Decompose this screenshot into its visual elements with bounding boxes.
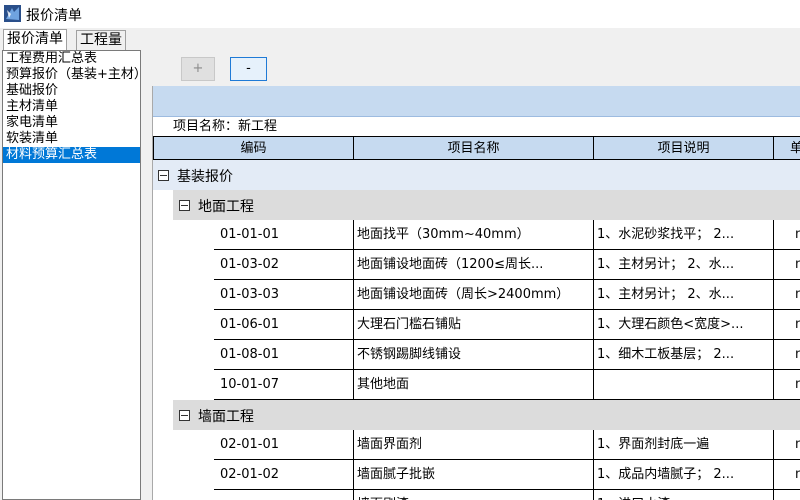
app-icon (4, 5, 21, 22)
cell-name: 其他地面 (353, 370, 594, 400)
tab-quote-list[interactable]: 报价清单 (3, 29, 67, 51)
cell-desc: 1、细木工板基层； 2... (593, 340, 774, 370)
column-header-unit[interactable]: 单 (773, 136, 800, 160)
cell-unit: m (773, 280, 800, 310)
table-row[interactable]: 01-06-01 大理石门槛石铺贴 1、大理石颜色<宽度>... n (153, 310, 800, 340)
cell-unit: m (773, 250, 800, 280)
tab-quantities[interactable]: 工程量 (76, 30, 126, 50)
title-bar: 报价清单 (0, 0, 800, 28)
sidebar-item-material-budget[interactable]: 材料预算汇总表 (3, 147, 140, 163)
cell-name: 墙面刷漆 (353, 490, 594, 500)
column-header-code[interactable]: 编码 (153, 136, 354, 160)
cell-name: 地面找平（30mm~40mm） (353, 220, 594, 250)
cell-desc: 1、成品内墙腻子； 2... (593, 460, 774, 490)
cell-unit (773, 490, 800, 500)
cell-desc: 1、水泥砂浆找平； 2... (593, 220, 774, 250)
table-row[interactable]: 墙面刷漆 1、进口水漆... (153, 490, 800, 500)
subgroup-row[interactable]: 地面工程 (173, 190, 800, 220)
sidebar-item-appliances[interactable]: 家电清单 (3, 115, 140, 131)
cell-desc: 1、主材另计； 2、水... (593, 280, 774, 310)
sidebar-item-basic-quote[interactable]: 基础报价 (3, 83, 140, 99)
cell-desc (593, 370, 774, 400)
sidebar-item-main-materials[interactable]: 主材清单 (3, 99, 140, 115)
sidebar-list: 工程费用汇总表 预算报价（基装+主材） 基础报价 主材清单 家电清单 软装清单 … (2, 50, 141, 500)
collapse-toggle-icon[interactable] (179, 410, 190, 421)
cell-unit: m (773, 220, 800, 250)
column-header-desc[interactable]: 项目说明 (593, 136, 774, 160)
subgroup-row[interactable]: 墙面工程 (173, 400, 800, 430)
cell-name: 地面铺设地面砖（周长>2400mm） (353, 280, 594, 310)
cell-unit: m (773, 370, 800, 400)
remove-row-button[interactable]: - (230, 57, 267, 81)
table-row[interactable]: 01-03-03 地面铺设地面砖（周长>2400mm） 1、主材另计； 2、水.… (153, 280, 800, 310)
cell-name: 大理石门槛石铺贴 (353, 310, 594, 340)
cell-unit: m (773, 460, 800, 490)
cell-code: 02-01-02 (214, 460, 354, 490)
project-name-label: 项目名称：新工程 (173, 119, 278, 134)
grid-top-band (153, 86, 800, 117)
cell-code: 01-06-01 (214, 310, 354, 340)
cell-desc: 1、进口水漆... (593, 490, 774, 500)
cell-desc: 1、大理石颜色<宽度>... (593, 310, 774, 340)
subgroup-label: 地面工程 (198, 199, 254, 215)
table-row[interactable]: 01-01-01 地面找平（30mm~40mm） 1、水泥砂浆找平； 2... … (153, 220, 800, 250)
sidebar-item-cost-summary[interactable]: 工程费用汇总表 (3, 51, 140, 67)
cell-unit: n (773, 340, 800, 370)
table-row[interactable]: 02-01-02 墙面腻子批嵌 1、成品内墙腻子； 2... m (153, 460, 800, 490)
cell-code: 01-08-01 (214, 340, 354, 370)
quote-grid: 项目名称：新工程 编码 项目名称 项目说明 单 基装报价 地面工程 01-01-… (152, 86, 800, 500)
collapse-toggle-icon[interactable] (179, 200, 190, 211)
cell-code: 01-01-01 (214, 220, 354, 250)
sidebar-item-soft-furnishing[interactable]: 软装清单 (3, 131, 140, 147)
group-label: 基装报价 (177, 169, 233, 185)
cell-name: 墙面腻子批嵌 (353, 460, 594, 490)
cell-code: 10-01-07 (214, 370, 354, 400)
table-row[interactable]: 01-08-01 不锈钢踢脚线铺设 1、细木工板基层； 2... n (153, 340, 800, 370)
window-title: 报价清单 (26, 8, 82, 24)
main-content: + - 项目名称：新工程 编码 项目名称 项目说明 单 基装报价 地面工程 01… (150, 50, 800, 500)
cell-name: 地面铺设地面砖（1200≤周长... (353, 250, 594, 280)
cell-code: 01-03-03 (214, 280, 354, 310)
collapse-toggle-icon[interactable] (158, 170, 169, 181)
table-row[interactable]: 02-01-01 墙面界面剂 1、界面剂封底一遍 m (153, 430, 800, 460)
cell-desc: 1、界面剂封底一遍 (593, 430, 774, 460)
subgroup-label: 墙面工程 (198, 409, 254, 425)
cell-code: 02-01-01 (214, 430, 354, 460)
cell-name: 不锈钢踢脚线铺设 (353, 340, 594, 370)
group-row[interactable]: 基装报价 (153, 160, 800, 190)
cell-name: 墙面界面剂 (353, 430, 594, 460)
cell-desc: 1、主材另计； 2、水... (593, 250, 774, 280)
cell-unit: n (773, 310, 800, 340)
column-header-name[interactable]: 项目名称 (353, 136, 594, 160)
add-row-button[interactable]: + (181, 57, 215, 81)
table-row[interactable]: 01-03-02 地面铺设地面砖（1200≤周长... 1、主材另计； 2、水.… (153, 250, 800, 280)
cell-unit: m (773, 430, 800, 460)
sidebar-item-budget-quote[interactable]: 预算报价（基装+主材） (3, 67, 140, 83)
cell-code: 01-03-02 (214, 250, 354, 280)
table-row[interactable]: 10-01-07 其他地面 m (153, 370, 800, 400)
tab-bar: 报价清单 工程量 (0, 29, 800, 51)
cell-code (214, 490, 354, 500)
